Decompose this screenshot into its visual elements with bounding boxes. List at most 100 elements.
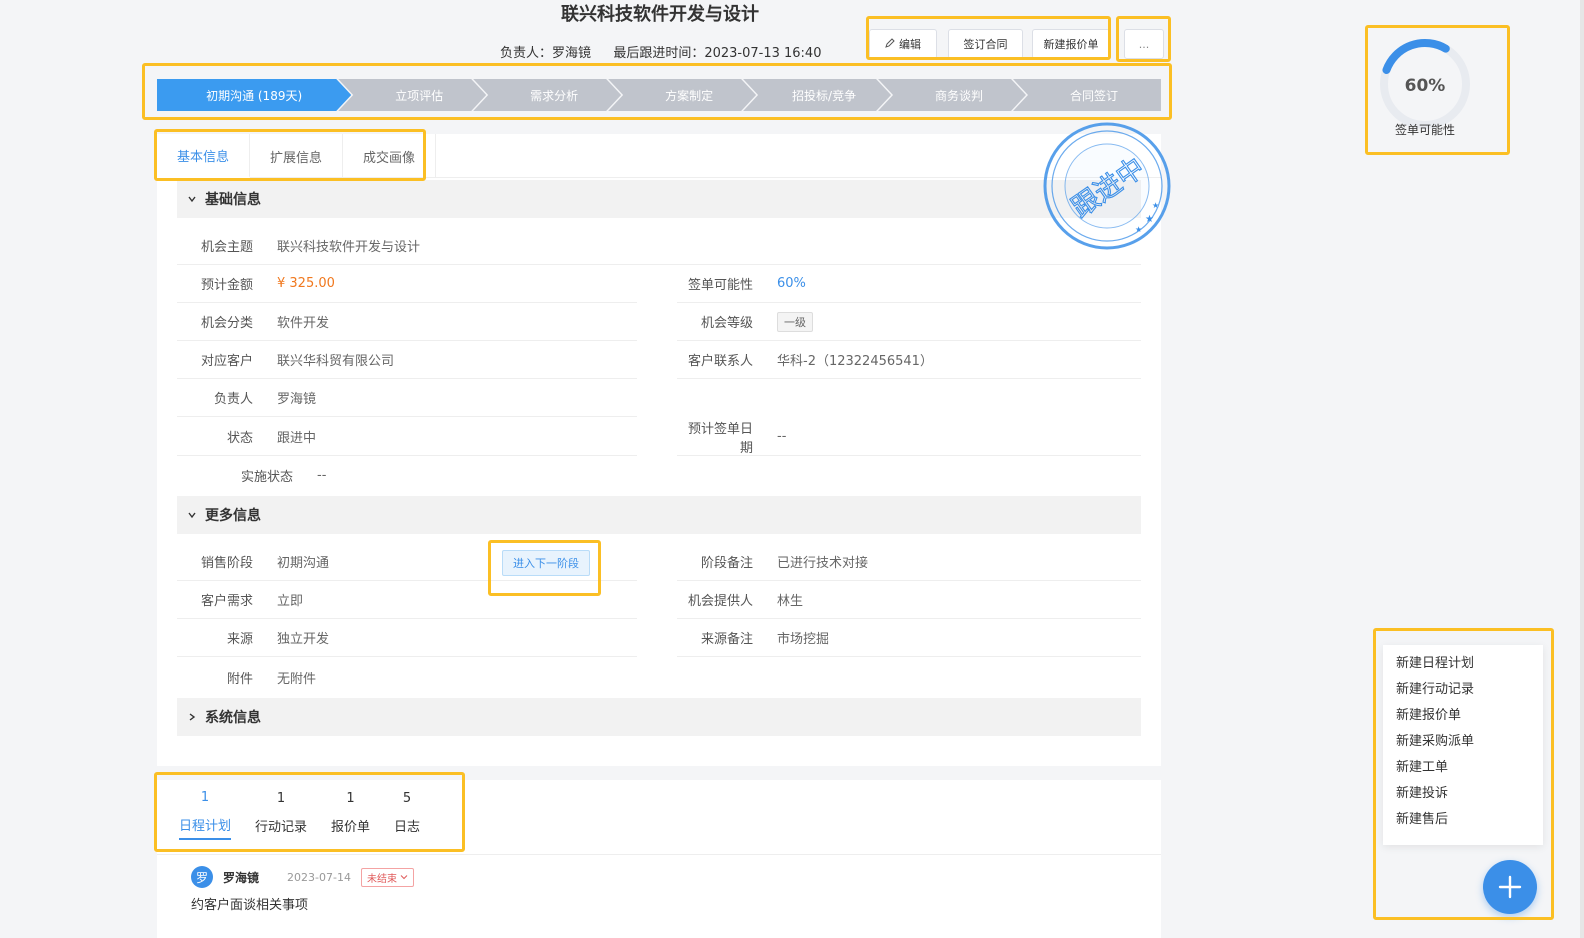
svg-text:★: ★ <box>1135 225 1142 234</box>
field-value: 市场挖掘 <box>777 632 830 647</box>
menu-new-after-sales[interactable]: 新建售后 <box>1383 807 1543 833</box>
more-button[interactable]: ... <box>1124 29 1164 59</box>
tab-count: 1 <box>200 790 210 805</box>
section-title: 基础信息 <box>205 192 261 208</box>
field-label: 状态 <box>226 431 253 446</box>
field-probability: 签单可能性 60% <box>677 265 1141 303</box>
field-value: 独立开发 <box>277 632 330 647</box>
field-value: -- <box>777 429 787 444</box>
scrollbar[interactable] <box>1580 0 1584 938</box>
divider <box>157 854 1161 855</box>
section-title: 更多信息 <box>205 508 261 524</box>
add-fab-button[interactable] <box>1483 860 1537 914</box>
new-quote-button[interactable]: 新建报价单 <box>1032 29 1110 59</box>
field-value[interactable]: 联兴华科贸有限公司 <box>277 350 394 369</box>
field-category: 机会分类 软件开发 <box>177 303 637 341</box>
field-source: 来源 独立开发 <box>177 619 637 657</box>
field-label: 预计金额 <box>200 278 253 293</box>
field-value: -- <box>317 467 327 483</box>
field-value: ¥ 325.00 <box>277 276 335 291</box>
field-label: 机会主题 <box>200 240 253 255</box>
field-label: 对应客户 <box>200 354 253 369</box>
menu-new-action-record[interactable]: 新建行动记录 <box>1383 677 1543 703</box>
quick-create-menu: 新建日程计划 新建行动记录 新建报价单 新建采购派单 新建工单 新建投诉 新建售… <box>1383 645 1543 845</box>
section-more-info[interactable]: 更多信息 <box>177 496 1141 534</box>
section-system-info[interactable]: 系统信息 <box>177 698 1141 736</box>
last-follow-time: 2023-07-13 16:40 <box>704 46 822 61</box>
record-status-dropdown[interactable]: 未结束 <box>360 867 414 887</box>
stage-progress-bar: 初期沟通 (189天) 立项评估 需求分析 方案制定 招投标/竞争 商务谈判 合… <box>157 79 1161 111</box>
svg-text:★: ★ <box>1145 214 1154 225</box>
level-badge: 一级 <box>777 311 813 332</box>
field-label: 签单可能性 <box>687 278 753 293</box>
tab-count: 5 <box>402 791 412 806</box>
stage-initial-communication[interactable]: 初期沟通 (189天) <box>157 79 351 111</box>
field-attachment: 附件 无附件 <box>177 658 637 696</box>
section-basic-info[interactable]: 基础信息 <box>177 180 1141 218</box>
edit-button-label: 编辑 <box>899 38 921 51</box>
gauge-arc <box>1382 39 1450 74</box>
tab-quote[interactable]: 1 报价单 <box>319 780 382 850</box>
pencil-icon <box>885 37 895 51</box>
section-title: 系统信息 <box>205 710 261 726</box>
chevron-down-icon <box>400 875 408 880</box>
stage-negotiation[interactable]: 商务谈判 <box>878 79 1026 111</box>
owner-label: 负责人： <box>500 46 553 61</box>
tab-label: 日程计划 <box>179 815 232 840</box>
avatar: 罗 <box>191 866 213 888</box>
activity-tabs: 1 日程计划 1 行动记录 1 报价单 5 日志 <box>167 780 432 850</box>
plus-icon <box>1498 875 1522 899</box>
tab-log[interactable]: 5 日志 <box>382 780 432 850</box>
field-value: 罗海镜 <box>277 392 317 407</box>
record-user: 罗海镜 <box>223 870 260 885</box>
field-label: 来源备注 <box>700 632 753 647</box>
status-stamp: 跟进中 ★ ★ ★ <box>1042 121 1172 251</box>
field-stage-note: 阶段备注 已进行技术对接 <box>677 543 1141 581</box>
chevron-down-icon <box>187 510 197 520</box>
last-follow-label: 最后跟进时间： <box>613 46 705 61</box>
field-value: 跟进中 <box>277 431 317 446</box>
field-amount: 预计金额 ¥ 325.00 <box>177 265 637 303</box>
menu-new-schedule[interactable]: 新建日程计划 <box>1383 651 1543 677</box>
menu-new-complaint[interactable]: 新建投诉 <box>1383 781 1543 807</box>
field-value: 已进行技术对接 <box>777 556 869 571</box>
record-date: 2023-07-14 <box>287 870 351 884</box>
menu-new-purchase-order[interactable]: 新建采购派单 <box>1383 729 1543 755</box>
stage-requirement-analysis[interactable]: 需求分析 <box>473 79 621 111</box>
field-value: 林生 <box>777 594 804 609</box>
stage-bidding[interactable]: 招投标/竞争 <box>743 79 891 111</box>
stage-solution-design[interactable]: 方案制定 <box>608 79 756 111</box>
field-value: 60% <box>777 276 806 291</box>
field-label: 客户联系人 <box>687 354 753 369</box>
stage-project-evaluation[interactable]: 立项评估 <box>338 79 486 111</box>
header-meta: 负责人：罗海镜 最后跟进时间：2023-07-13 16:40 <box>500 42 821 61</box>
field-value[interactable]: 华科-2（12322456541） <box>777 350 933 369</box>
field-label: 来源 <box>226 632 253 647</box>
field-owner: 负责人 罗海镜 <box>177 379 637 417</box>
menu-new-quote[interactable]: 新建报价单 <box>1383 703 1543 729</box>
status-label: 未结束 <box>366 873 397 885</box>
tab-action-record[interactable]: 1 行动记录 <box>243 780 319 850</box>
chevron-right-icon <box>187 712 197 722</box>
tab-deal-profile[interactable]: 成交画像 <box>343 134 437 178</box>
field-label: 机会等级 <box>700 316 753 331</box>
detail-tabs: 基本信息 扩展信息 成交画像 <box>157 134 1161 178</box>
next-stage-button[interactable]: 进入下一阶段 <box>502 550 590 576</box>
sign-contract-button[interactable]: 签订合同 <box>948 29 1023 59</box>
chevron-down-icon <box>187 194 197 204</box>
tab-count: 1 <box>276 791 286 806</box>
tab-extended-info[interactable]: 扩展信息 <box>250 134 344 178</box>
schedule-record: 罗 罗海镜 2023-07-14 未结束 <box>191 866 414 888</box>
stage-contract-signing[interactable]: 合同签订 <box>1013 79 1161 111</box>
record-description: 约客户面谈相关事项 <box>191 898 309 913</box>
field-customer-demand: 客户需求 立即 <box>177 581 637 619</box>
tab-basic-info[interactable]: 基本信息 <box>157 134 251 178</box>
detail-card: 基本信息 扩展信息 成交画像 基础信息 机会主题 联兴科技软件开发与设计 预计金… <box>157 134 1161 766</box>
tab-count: 1 <box>346 791 355 806</box>
gauge-label: 签单可能性 <box>1395 122 1455 137</box>
field-label: 客户需求 <box>200 594 253 609</box>
menu-new-work-order[interactable]: 新建工单 <box>1383 755 1543 781</box>
edit-button[interactable]: 编辑 <box>869 29 937 59</box>
field-label: 机会提供人 <box>687 594 753 609</box>
tab-schedule[interactable]: 1 日程计划 <box>167 780 243 850</box>
